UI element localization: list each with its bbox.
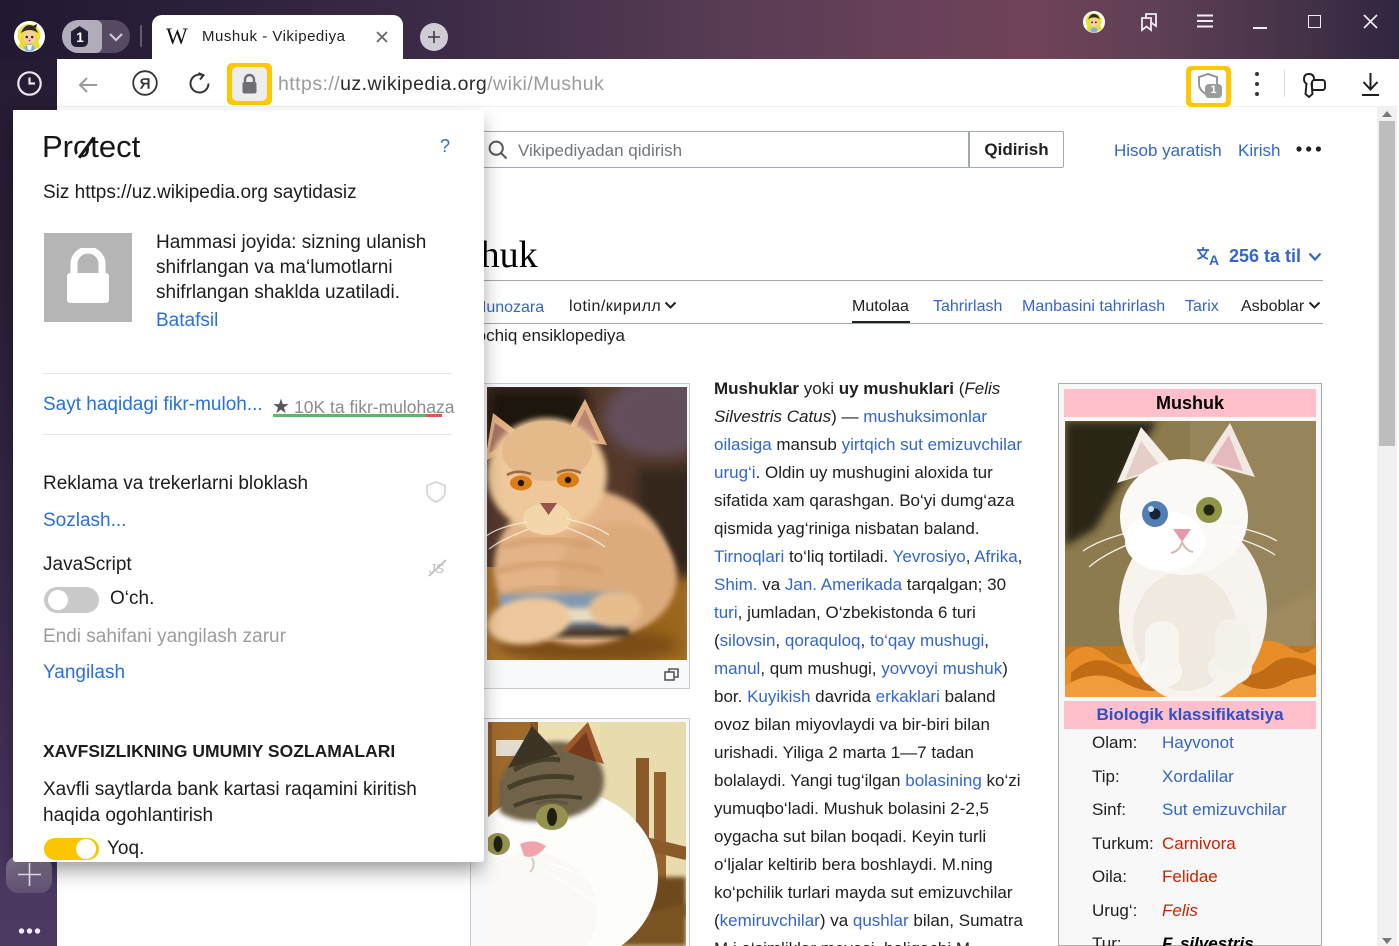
svg-text:A: A xyxy=(1209,252,1219,266)
svg-text:Я: Я xyxy=(140,76,151,93)
svg-text:1: 1 xyxy=(76,30,84,45)
